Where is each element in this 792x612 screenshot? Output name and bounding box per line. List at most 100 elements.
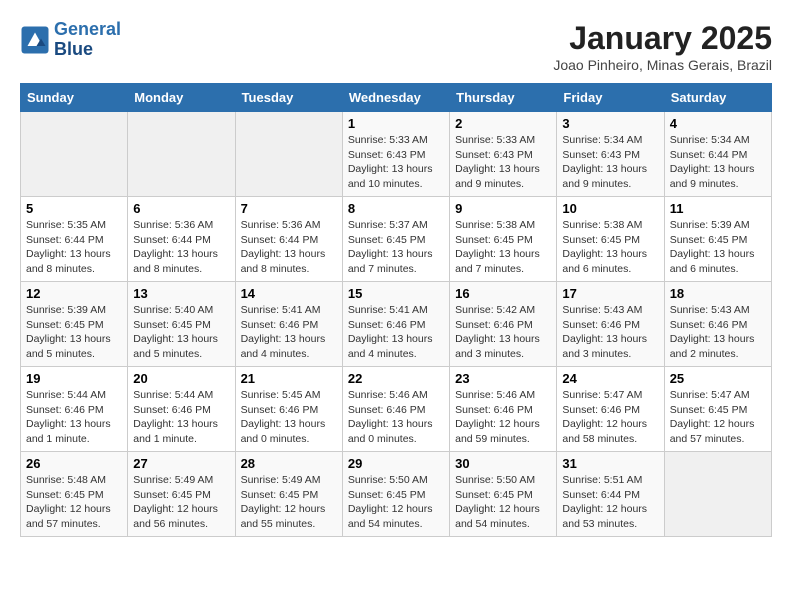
day-number: 16 — [455, 286, 551, 301]
calendar-cell: 7 Sunrise: 5:36 AM Sunset: 6:44 PM Daylig… — [235, 197, 342, 282]
calendar-cell: 16Sunrise: 5:42 AM Sunset: 6:46 PM Dayli… — [450, 282, 557, 367]
calendar-cell: 9 Sunrise: 5:38 AM Sunset: 6:45 PM Daylig… — [450, 197, 557, 282]
calendar-cell: 27 Sunrise: 5:49 AM Sunset: 6:45 PM Dayli… — [128, 452, 235, 537]
calendar-cell: 4Sunrise: 5:34 AM Sunset: 6:44 PM Daylig… — [664, 112, 771, 197]
calendar-cell: 12 Sunrise: 5:39 AM Sunset: 6:45 PM Dayli… — [21, 282, 128, 367]
week-row-5: 26 Sunrise: 5:48 AM Sunset: 6:45 PM Dayli… — [21, 452, 772, 537]
day-number: 15 — [348, 286, 444, 301]
calendar-cell: 19Sunrise: 5:44 AM Sunset: 6:46 PM Dayli… — [21, 367, 128, 452]
day-info: Sunrise: 5:50 AM Sunset: 6:45 PM Dayligh… — [455, 473, 551, 532]
calendar-cell: 23 Sunrise: 5:46 AM Sunset: 6:46 PM Dayli… — [450, 367, 557, 452]
weekday-header-saturday: Saturday — [664, 84, 771, 112]
day-info: Sunrise: 5:51 AM Sunset: 6:44 PM Dayligh… — [562, 473, 658, 532]
title-block: January 2025 Joao Pinheiro, Minas Gerais… — [553, 20, 772, 73]
day-number: 9 — [455, 201, 551, 216]
calendar-cell — [21, 112, 128, 197]
day-info: Sunrise: 5:47 AM Sunset: 6:46 PM Dayligh… — [562, 388, 658, 447]
calendar-cell: 31 Sunrise: 5:51 AM Sunset: 6:44 PM Dayli… — [557, 452, 664, 537]
day-info: Sunrise: 5:33 AM Sunset: 6:43 PM Dayligh… — [455, 133, 551, 192]
logo-line1: General — [54, 19, 121, 39]
week-row-3: 12 Sunrise: 5:39 AM Sunset: 6:45 PM Dayli… — [21, 282, 772, 367]
day-number: 31 — [562, 456, 658, 471]
day-number: 29 — [348, 456, 444, 471]
calendar-cell: 8Sunrise: 5:37 AM Sunset: 6:45 PM Daylig… — [342, 197, 449, 282]
location: Joao Pinheiro, Minas Gerais, Brazil — [553, 57, 772, 73]
day-number: 7 — [241, 201, 337, 216]
day-info: Sunrise: 5:46 AM Sunset: 6:46 PM Dayligh… — [455, 388, 551, 447]
calendar-cell: 20Sunrise: 5:44 AM Sunset: 6:46 PM Dayli… — [128, 367, 235, 452]
day-number: 18 — [670, 286, 766, 301]
weekday-header-monday: Monday — [128, 84, 235, 112]
day-number: 10 — [562, 201, 658, 216]
calendar-cell: 24 Sunrise: 5:47 AM Sunset: 6:46 PM Dayli… — [557, 367, 664, 452]
day-info: Sunrise: 5:38 AM Sunset: 6:45 PM Dayligh… — [455, 218, 551, 277]
day-info: Sunrise: 5:35 AM Sunset: 6:44 PM Dayligh… — [26, 218, 122, 277]
weekday-header-friday: Friday — [557, 84, 664, 112]
calendar-table: SundayMondayTuesdayWednesdayThursdayFrid… — [20, 83, 772, 537]
calendar-cell: 2 Sunrise: 5:33 AM Sunset: 6:43 PM Daylig… — [450, 112, 557, 197]
day-info: Sunrise: 5:34 AM Sunset: 6:44 PM Dayligh… — [670, 133, 766, 192]
calendar-cell: 28 Sunrise: 5:49 AM Sunset: 6:45 PM Dayli… — [235, 452, 342, 537]
day-info: Sunrise: 5:39 AM Sunset: 6:45 PM Dayligh… — [26, 303, 122, 362]
logo: General Blue — [20, 20, 121, 60]
calendar-cell: 30 Sunrise: 5:50 AM Sunset: 6:45 PM Dayli… — [450, 452, 557, 537]
logo-line2: Blue — [54, 39, 93, 59]
calendar-cell: 10 Sunrise: 5:38 AM Sunset: 6:45 PM Dayli… — [557, 197, 664, 282]
week-row-2: 5 Sunrise: 5:35 AM Sunset: 6:44 PM Daylig… — [21, 197, 772, 282]
day-info: Sunrise: 5:47 AM Sunset: 6:45 PM Dayligh… — [670, 388, 766, 447]
day-info: Sunrise: 5:46 AM Sunset: 6:46 PM Dayligh… — [348, 388, 444, 447]
logo-icon — [20, 25, 50, 55]
calendar-cell — [664, 452, 771, 537]
day-number: 24 — [562, 371, 658, 386]
day-info: Sunrise: 5:41 AM Sunset: 6:46 PM Dayligh… — [241, 303, 337, 362]
day-number: 17 — [562, 286, 658, 301]
day-info: Sunrise: 5:43 AM Sunset: 6:46 PM Dayligh… — [670, 303, 766, 362]
day-info: Sunrise: 5:45 AM Sunset: 6:46 PM Dayligh… — [241, 388, 337, 447]
day-info: Sunrise: 5:40 AM Sunset: 6:45 PM Dayligh… — [133, 303, 229, 362]
day-info: Sunrise: 5:44 AM Sunset: 6:46 PM Dayligh… — [26, 388, 122, 447]
day-info: Sunrise: 5:38 AM Sunset: 6:45 PM Dayligh… — [562, 218, 658, 277]
calendar-cell: 13 Sunrise: 5:40 AM Sunset: 6:45 PM Dayli… — [128, 282, 235, 367]
day-number: 2 — [455, 116, 551, 131]
calendar-cell: 26 Sunrise: 5:48 AM Sunset: 6:45 PM Dayli… — [21, 452, 128, 537]
weekday-header-row: SundayMondayTuesdayWednesdayThursdayFrid… — [21, 84, 772, 112]
calendar-cell: 21 Sunrise: 5:45 AM Sunset: 6:46 PM Dayli… — [235, 367, 342, 452]
day-number: 23 — [455, 371, 551, 386]
weekday-header-wednesday: Wednesday — [342, 84, 449, 112]
day-number: 5 — [26, 201, 122, 216]
day-number: 11 — [670, 201, 766, 216]
day-info: Sunrise: 5:49 AM Sunset: 6:45 PM Dayligh… — [133, 473, 229, 532]
day-info: Sunrise: 5:41 AM Sunset: 6:46 PM Dayligh… — [348, 303, 444, 362]
calendar-cell: 17 Sunrise: 5:43 AM Sunset: 6:46 PM Dayli… — [557, 282, 664, 367]
day-number: 12 — [26, 286, 122, 301]
day-number: 3 — [562, 116, 658, 131]
calendar-cell: 6Sunrise: 5:36 AM Sunset: 6:44 PM Daylig… — [128, 197, 235, 282]
logo-text: General Blue — [54, 20, 121, 60]
day-number: 28 — [241, 456, 337, 471]
day-info: Sunrise: 5:39 AM Sunset: 6:45 PM Dayligh… — [670, 218, 766, 277]
day-number: 13 — [133, 286, 229, 301]
day-info: Sunrise: 5:49 AM Sunset: 6:45 PM Dayligh… — [241, 473, 337, 532]
day-number: 21 — [241, 371, 337, 386]
week-row-1: 1 Sunrise: 5:33 AM Sunset: 6:43 PM Daylig… — [21, 112, 772, 197]
calendar-cell: 3Sunrise: 5:34 AM Sunset: 6:43 PM Daylig… — [557, 112, 664, 197]
day-number: 22 — [348, 371, 444, 386]
day-number: 27 — [133, 456, 229, 471]
day-number: 6 — [133, 201, 229, 216]
day-number: 1 — [348, 116, 444, 131]
day-number: 25 — [670, 371, 766, 386]
calendar-cell: 25 Sunrise: 5:47 AM Sunset: 6:45 PM Dayli… — [664, 367, 771, 452]
day-info: Sunrise: 5:43 AM Sunset: 6:46 PM Dayligh… — [562, 303, 658, 362]
calendar-cell — [235, 112, 342, 197]
calendar-cell: 22 Sunrise: 5:46 AM Sunset: 6:46 PM Dayli… — [342, 367, 449, 452]
month-title: January 2025 — [553, 20, 772, 57]
day-number: 26 — [26, 456, 122, 471]
day-info: Sunrise: 5:36 AM Sunset: 6:44 PM Dayligh… — [241, 218, 337, 277]
calendar-cell: 15 Sunrise: 5:41 AM Sunset: 6:46 PM Dayli… — [342, 282, 449, 367]
day-info: Sunrise: 5:48 AM Sunset: 6:45 PM Dayligh… — [26, 473, 122, 532]
day-number: 14 — [241, 286, 337, 301]
page-header: General Blue January 2025 Joao Pinheiro,… — [20, 20, 772, 73]
calendar-cell: 18 Sunrise: 5:43 AM Sunset: 6:46 PM Dayli… — [664, 282, 771, 367]
day-number: 30 — [455, 456, 551, 471]
day-info: Sunrise: 5:33 AM Sunset: 6:43 PM Dayligh… — [348, 133, 444, 192]
